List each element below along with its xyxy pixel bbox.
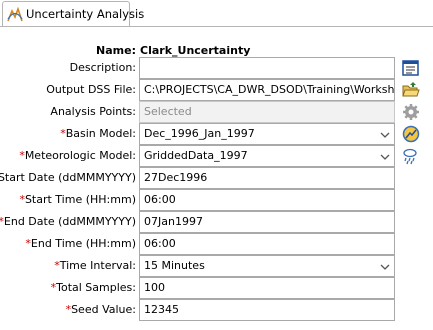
basin-model-button[interactable]	[401, 124, 421, 144]
met-model-value: GriddedData_1997	[144, 149, 248, 162]
weather-icon	[403, 148, 417, 165]
total-samples-field[interactable]: 100	[139, 277, 395, 299]
analysis-points-settings-button	[401, 102, 421, 122]
start-date-field[interactable]: 27Dec1996	[139, 167, 395, 189]
total-samples-label: *Total Samples:	[50, 281, 136, 294]
edit-description-button[interactable]	[401, 58, 421, 78]
met-model-row: *Meteorologic Model: GriddedData_1997	[0, 145, 433, 167]
analysis-points-value: Selected	[144, 105, 192, 118]
time-interval-select[interactable]: 15 Minutes	[139, 255, 395, 277]
start-time-label: *Start Time (HH:mm)	[19, 193, 136, 206]
basin-model-value: Dec_1996_Jan_1997	[144, 127, 255, 140]
start-time-row: *Start Time (HH:mm) 06:00	[0, 189, 433, 211]
browse-dss-button[interactable]	[401, 80, 421, 100]
start-date-label: *Start Date (ddMMMYYYY)	[0, 171, 136, 184]
met-model-button[interactable]	[401, 146, 421, 166]
time-interval-value: 15 Minutes	[144, 259, 205, 272]
name-label: Name:	[96, 44, 136, 57]
basin-model-row: *Basin Model: Dec_1996_Jan_1997	[0, 123, 433, 145]
description-label: Description:	[69, 61, 136, 74]
met-model-label: *Meteorologic Model:	[19, 149, 136, 162]
description-field[interactable]	[139, 57, 395, 79]
end-date-row: *End Date (ddMMMYYYY) 07Jan1997	[0, 211, 433, 233]
basin-model-label: *Basin Model:	[60, 127, 136, 140]
end-date-label: *End Date (ddMMMYYYY)	[0, 215, 136, 228]
start-time-field[interactable]: 06:00	[139, 189, 395, 211]
tab-label: Uncertainty Analysis	[26, 7, 145, 21]
basin-model-icon	[402, 125, 420, 143]
end-date-field[interactable]: 07Jan1997	[139, 211, 395, 233]
seed-value-row: *Seed Value: 12345	[0, 299, 433, 321]
end-time-label: *End Time (HH:mm)	[25, 237, 136, 250]
seed-value-label: *Seed Value:	[65, 303, 136, 316]
tab-strip: Uncertainty Analysis	[0, 0, 433, 27]
uncertainty-analysis-icon	[7, 6, 23, 23]
output-dss-row: Output DSS File: C:\PROJECTS\CA_DWR_DSOD…	[0, 79, 433, 101]
chevron-down-icon	[380, 132, 390, 138]
uncertainty-analysis-panel: Name: Clark_Uncertainty Description: Out…	[0, 26, 433, 330]
chevron-down-icon	[380, 264, 390, 270]
name-value: Clark_Uncertainty	[140, 44, 251, 57]
basin-model-select[interactable]: Dec_1996_Jan_1997	[139, 123, 395, 145]
met-model-select[interactable]: GriddedData_1997	[139, 145, 395, 167]
analysis-points-row: Analysis Points: Selected	[0, 101, 433, 123]
chevron-down-icon	[380, 154, 390, 160]
folder-open-icon	[402, 82, 420, 97]
end-time-row: *End Time (HH:mm) 06:00	[0, 233, 433, 255]
output-dss-label: Output DSS File:	[46, 83, 136, 96]
gear-icon	[403, 104, 419, 120]
end-time-field[interactable]: 06:00	[139, 233, 395, 255]
seed-value-field[interactable]: 12345	[139, 299, 395, 321]
notes-icon	[402, 60, 419, 76]
time-interval-label: *Time Interval:	[54, 259, 136, 272]
tab-uncertainty-analysis[interactable]: Uncertainty Analysis	[2, 1, 144, 26]
output-dss-field[interactable]: C:\PROJECTS\CA_DWR_DSOD\Training\Worksho…	[139, 79, 395, 101]
time-interval-row: *Time Interval: 15 Minutes	[0, 255, 433, 277]
analysis-points-label: Analysis Points:	[50, 105, 136, 118]
total-samples-row: *Total Samples: 100	[0, 277, 433, 299]
start-date-row: *Start Date (ddMMMYYYY) 27Dec1996	[0, 167, 433, 189]
analysis-points-select: Selected	[139, 101, 395, 123]
description-row: Description:	[0, 57, 433, 79]
